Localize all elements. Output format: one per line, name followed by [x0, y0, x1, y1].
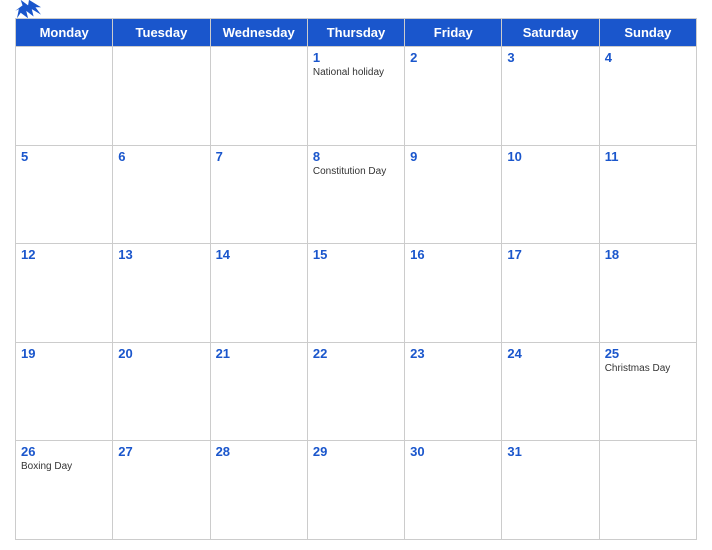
holiday-label: Boxing Day — [21, 461, 107, 472]
day-number: 20 — [118, 346, 204, 361]
day-number: 31 — [507, 444, 593, 459]
table-row: 23 — [405, 342, 502, 441]
day-number: 29 — [313, 444, 399, 459]
day-number: 1 — [313, 50, 399, 65]
table-row: 7 — [210, 145, 307, 244]
table-row: 21 — [210, 342, 307, 441]
day-number: 23 — [410, 346, 496, 361]
table-row: 28 — [210, 441, 307, 540]
weekday-header: Wednesday — [210, 19, 307, 47]
day-number: 19 — [21, 346, 107, 361]
calendar-week-row: 5678 Constitution Day 9 10 11 — [16, 145, 697, 244]
table-row: 1 National holiday — [307, 47, 404, 146]
weekday-header: Saturday — [502, 19, 599, 47]
holiday-label: Christmas Day — [605, 363, 691, 374]
table-row: 2 — [405, 47, 502, 146]
day-number: 11 — [605, 149, 691, 164]
day-number: 15 — [313, 247, 399, 262]
table-row: 24 — [502, 342, 599, 441]
day-number: 27 — [118, 444, 204, 459]
calendar-body: 1National holiday2345678Constitution Day… — [16, 47, 697, 540]
table-row — [210, 47, 307, 146]
table-row: 30 — [405, 441, 502, 540]
table-row: 4 — [599, 47, 696, 146]
holiday-label: Constitution Day — [313, 166, 399, 177]
table-row: 10 — [502, 145, 599, 244]
day-number: 12 — [21, 247, 107, 262]
day-number: 5 — [21, 149, 107, 164]
day-number: 24 — [507, 346, 593, 361]
day-number: 6 — [118, 149, 204, 164]
table-row — [599, 441, 696, 540]
table-row: 12 — [16, 244, 113, 343]
weekday-header: Friday — [405, 19, 502, 47]
day-number: 2 — [410, 50, 496, 65]
day-number: 4 — [605, 50, 691, 65]
calendar-table: MondayTuesdayWednesdayThursdayFridaySatu… — [15, 18, 697, 540]
weekday-header: Monday — [16, 19, 113, 47]
table-row: 25 Christmas Day — [599, 342, 696, 441]
table-row: 11 — [599, 145, 696, 244]
calendar-week-row: 1 National holiday 234 — [16, 47, 697, 146]
day-number: 3 — [507, 50, 593, 65]
table-row: 13 — [113, 244, 210, 343]
day-number: 10 — [507, 149, 593, 164]
day-number: 7 — [216, 149, 302, 164]
table-row: 31 — [502, 441, 599, 540]
weekday-header: Sunday — [599, 19, 696, 47]
calendar-week-row: 26 Boxing Day 27 28 29 30 31 — [16, 441, 697, 540]
table-row: 6 — [113, 145, 210, 244]
table-row: 22 — [307, 342, 404, 441]
table-row: 3 — [502, 47, 599, 146]
weekday-header: Tuesday — [113, 19, 210, 47]
table-row: 18 — [599, 244, 696, 343]
table-row: 19 — [16, 342, 113, 441]
table-row: 8 Constitution Day — [307, 145, 404, 244]
day-number: 22 — [313, 346, 399, 361]
day-number: 26 — [21, 444, 107, 459]
day-number: 28 — [216, 444, 302, 459]
logo — [15, 0, 47, 22]
weekday-header: Thursday — [307, 19, 404, 47]
table-row: 20 — [113, 342, 210, 441]
day-number: 9 — [410, 149, 496, 164]
day-number: 8 — [313, 149, 399, 164]
day-number: 17 — [507, 247, 593, 262]
table-row: 15 — [307, 244, 404, 343]
day-number: 25 — [605, 346, 691, 361]
table-row: 9 — [405, 145, 502, 244]
table-row — [16, 47, 113, 146]
day-number: 21 — [216, 346, 302, 361]
day-number: 13 — [118, 247, 204, 262]
holiday-label: National holiday — [313, 67, 399, 78]
table-row: 17 — [502, 244, 599, 343]
table-row — [113, 47, 210, 146]
table-row: 16 — [405, 244, 502, 343]
weekday-row: MondayTuesdayWednesdayThursdayFridaySatu… — [16, 19, 697, 47]
day-number: 30 — [410, 444, 496, 459]
table-row: 29 — [307, 441, 404, 540]
table-row: 27 — [113, 441, 210, 540]
day-number: 16 — [410, 247, 496, 262]
calendar-week-row: 19 20 21 22 23 24 25 Christmas Day — [16, 342, 697, 441]
day-number: 14 — [216, 247, 302, 262]
calendar-week-row: 12 13 14 15 16 17 18 — [16, 244, 697, 343]
day-number: 18 — [605, 247, 691, 262]
table-row: 26 Boxing Day — [16, 441, 113, 540]
table-row: 14 — [210, 244, 307, 343]
logo-bird-icon — [15, 0, 43, 22]
table-row: 5 — [16, 145, 113, 244]
calendar-header-row: MondayTuesdayWednesdayThursdayFridaySatu… — [16, 19, 697, 47]
